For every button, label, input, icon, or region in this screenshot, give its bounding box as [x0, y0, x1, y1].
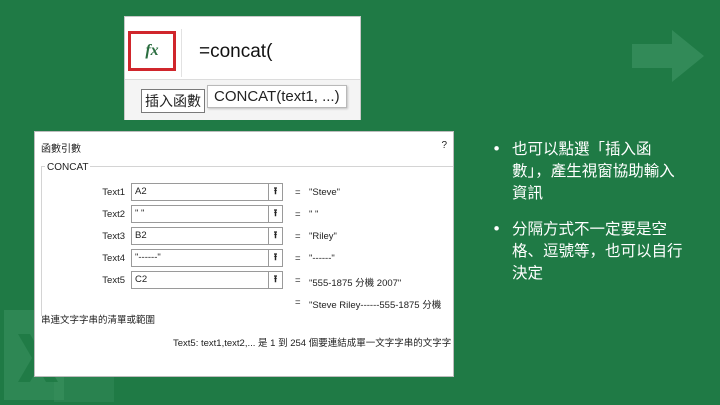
function-signature-tooltip[interactable]: CONCAT(text1, ...)	[207, 85, 347, 108]
bullet-item: • 也可以點選「插入函數」，產生視窗協助輸入資訊	[490, 138, 690, 204]
arg-input-text2[interactable]: " "	[131, 205, 283, 223]
arg-result: "Riley"	[309, 231, 337, 242]
arrow-right-icon	[632, 30, 704, 82]
collapse-dialog-icon[interactable]: ⭱	[268, 183, 283, 201]
formula-result: "Steve Riley------555-1875 分機	[309, 300, 442, 311]
arg-input-text4[interactable]: "------"	[131, 249, 283, 267]
arg-equals: =	[295, 187, 301, 198]
function-description: 串連文字字串的清單或範圍	[41, 315, 156, 326]
arg-equals: =	[295, 231, 301, 242]
bullet-text: 也可以點選「插入函數」，產生視窗協助輸入資訊	[512, 140, 675, 202]
bullet-marker: •	[492, 140, 502, 158]
arg-equals: =	[295, 275, 301, 286]
arg-result: "------"	[309, 253, 335, 264]
function-arguments-dialog: 函數引數 ? CONCAT Text1 A2 ⭱ = "Steve" Text2…	[34, 131, 454, 377]
collapse-dialog-icon[interactable]: ⭱	[268, 227, 283, 245]
arg-label: Text2	[102, 209, 125, 220]
bullet-item: • 分隔方式不一定要是空格、逗號等，也可以自行決定	[490, 218, 690, 284]
function-name: CONCAT	[45, 162, 91, 173]
arg-row-text2: Text2 " " ⭱ = " "	[35, 205, 455, 223]
arg-row-text1: Text1 A2 ⭱ = "Steve"	[35, 183, 455, 201]
collapse-dialog-icon[interactable]: ⭱	[268, 205, 283, 223]
arg-row-text3: Text3 B2 ⭱ = "Riley"	[35, 227, 455, 245]
formula-bar-divider	[181, 29, 182, 77]
bullet-list: • 也可以點選「插入函數」，產生視窗協助輸入資訊 • 分隔方式不一定要是空格、逗…	[490, 138, 690, 298]
arg-equals: =	[295, 209, 301, 220]
arg-input-text5[interactable]: C2	[131, 271, 283, 289]
argument-description: Text5: text1,text2,... 是 1 到 254 個要連結成單一…	[173, 338, 452, 349]
arg-input-text1[interactable]: A2	[131, 183, 283, 201]
arg-label: Text5	[102, 275, 125, 286]
arg-label: Text4	[102, 253, 125, 264]
arg-equals: =	[295, 253, 301, 264]
help-button[interactable]: ?	[441, 140, 447, 151]
collapse-dialog-icon[interactable]: ⭱	[268, 271, 283, 289]
arg-result: "Steve"	[309, 187, 341, 198]
insert-function-button[interactable]: fx	[128, 31, 176, 71]
arg-result: " "	[309, 209, 319, 220]
formula-input[interactable]: =concat(	[199, 41, 272, 63]
arg-label: Text3	[102, 231, 125, 242]
arg-row-text5: Text5 C2 ⭱ = "555-1875 分機 2007"	[35, 271, 455, 289]
fx-icon: fx	[145, 42, 159, 59]
bullet-text: 分隔方式不一定要是空格、逗號等，也可以自行決定	[512, 220, 683, 282]
arg-row-text4: Text4 "------" ⭱ = "------"	[35, 249, 455, 267]
formula-result-equals: =	[295, 297, 301, 308]
insert-function-tooltip: 插入函數	[141, 89, 205, 113]
arg-input-text3[interactable]: B2	[131, 227, 283, 245]
collapse-dialog-icon[interactable]: ⭱	[268, 249, 283, 267]
dialog-title: 函數引數	[41, 144, 81, 155]
formula-bar-screenshot: fx =concat( 插入函數 CONCAT(text1, ...)	[124, 16, 361, 120]
arg-label: Text1	[102, 187, 125, 198]
arg-result: "555-1875 分機 2007"	[309, 278, 402, 289]
bullet-marker: •	[492, 220, 502, 238]
